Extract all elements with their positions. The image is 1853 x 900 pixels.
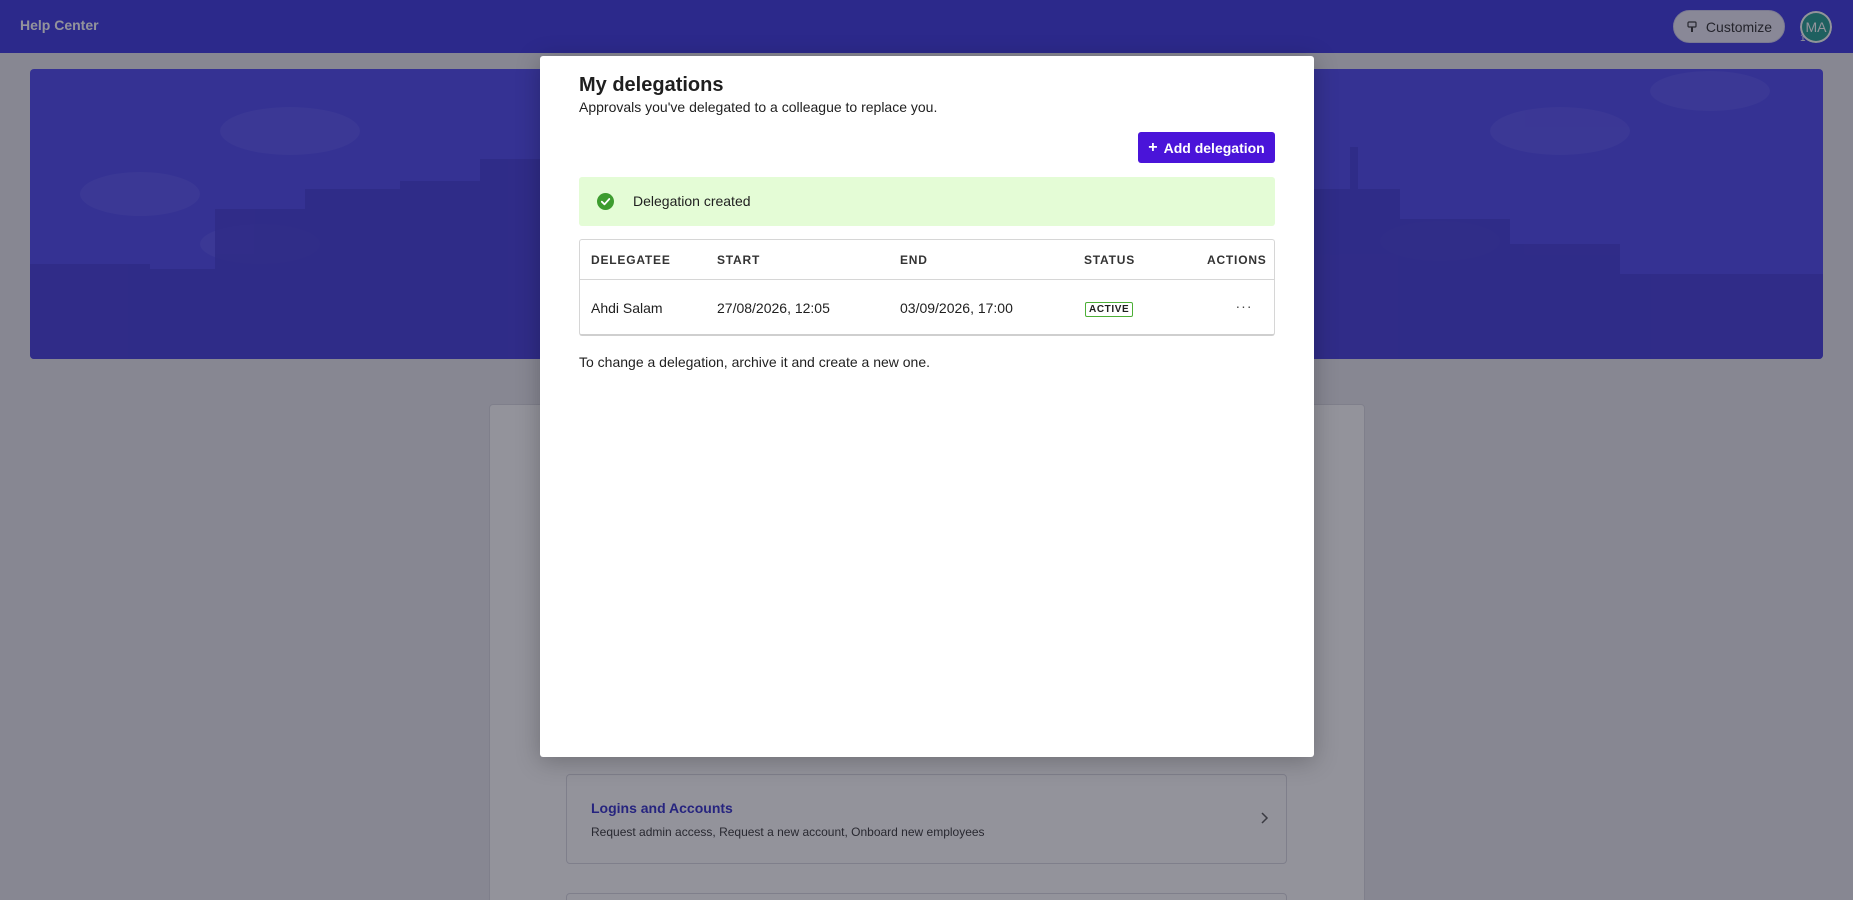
more-actions-button[interactable]: ··· (1232, 295, 1256, 317)
check-circle-icon (597, 193, 614, 210)
plus-icon: + (1148, 138, 1158, 156)
status-badge: ACTIVE (1085, 302, 1134, 317)
add-delegation-button[interactable]: + Add delegation (1138, 132, 1275, 163)
cell-start: 27/08/2026, 12:05 (717, 300, 830, 316)
add-delegation-label: Add delegation (1163, 139, 1265, 156)
modal-title: My delegations (579, 74, 724, 96)
column-header-start: START (717, 253, 761, 267)
delegations-modal: My delegations Approvals you've delegate… (540, 56, 1314, 757)
column-header-status: STATUS (1084, 253, 1136, 267)
delegation-footnote: To change a delegation, archive it and c… (579, 354, 931, 370)
column-header-delegatee: DELEGATEE (591, 253, 671, 267)
cell-delegatee: Ahdi Salam (591, 300, 663, 316)
cell-end: 03/09/2026, 17:00 (900, 300, 1013, 316)
table-header: DELEGATEE START END STATUS ACTIONS (580, 240, 1274, 280)
column-header-actions: ACTIONS (1207, 253, 1267, 267)
modal-subtitle: Approvals you've delegated to a colleagu… (579, 99, 938, 115)
delegations-table: DELEGATEE START END STATUS ACTIONS Ahdi … (579, 239, 1275, 336)
column-header-end: END (900, 253, 928, 267)
alert-message: Delegation created (633, 193, 751, 209)
success-alert: Delegation created (579, 177, 1275, 226)
